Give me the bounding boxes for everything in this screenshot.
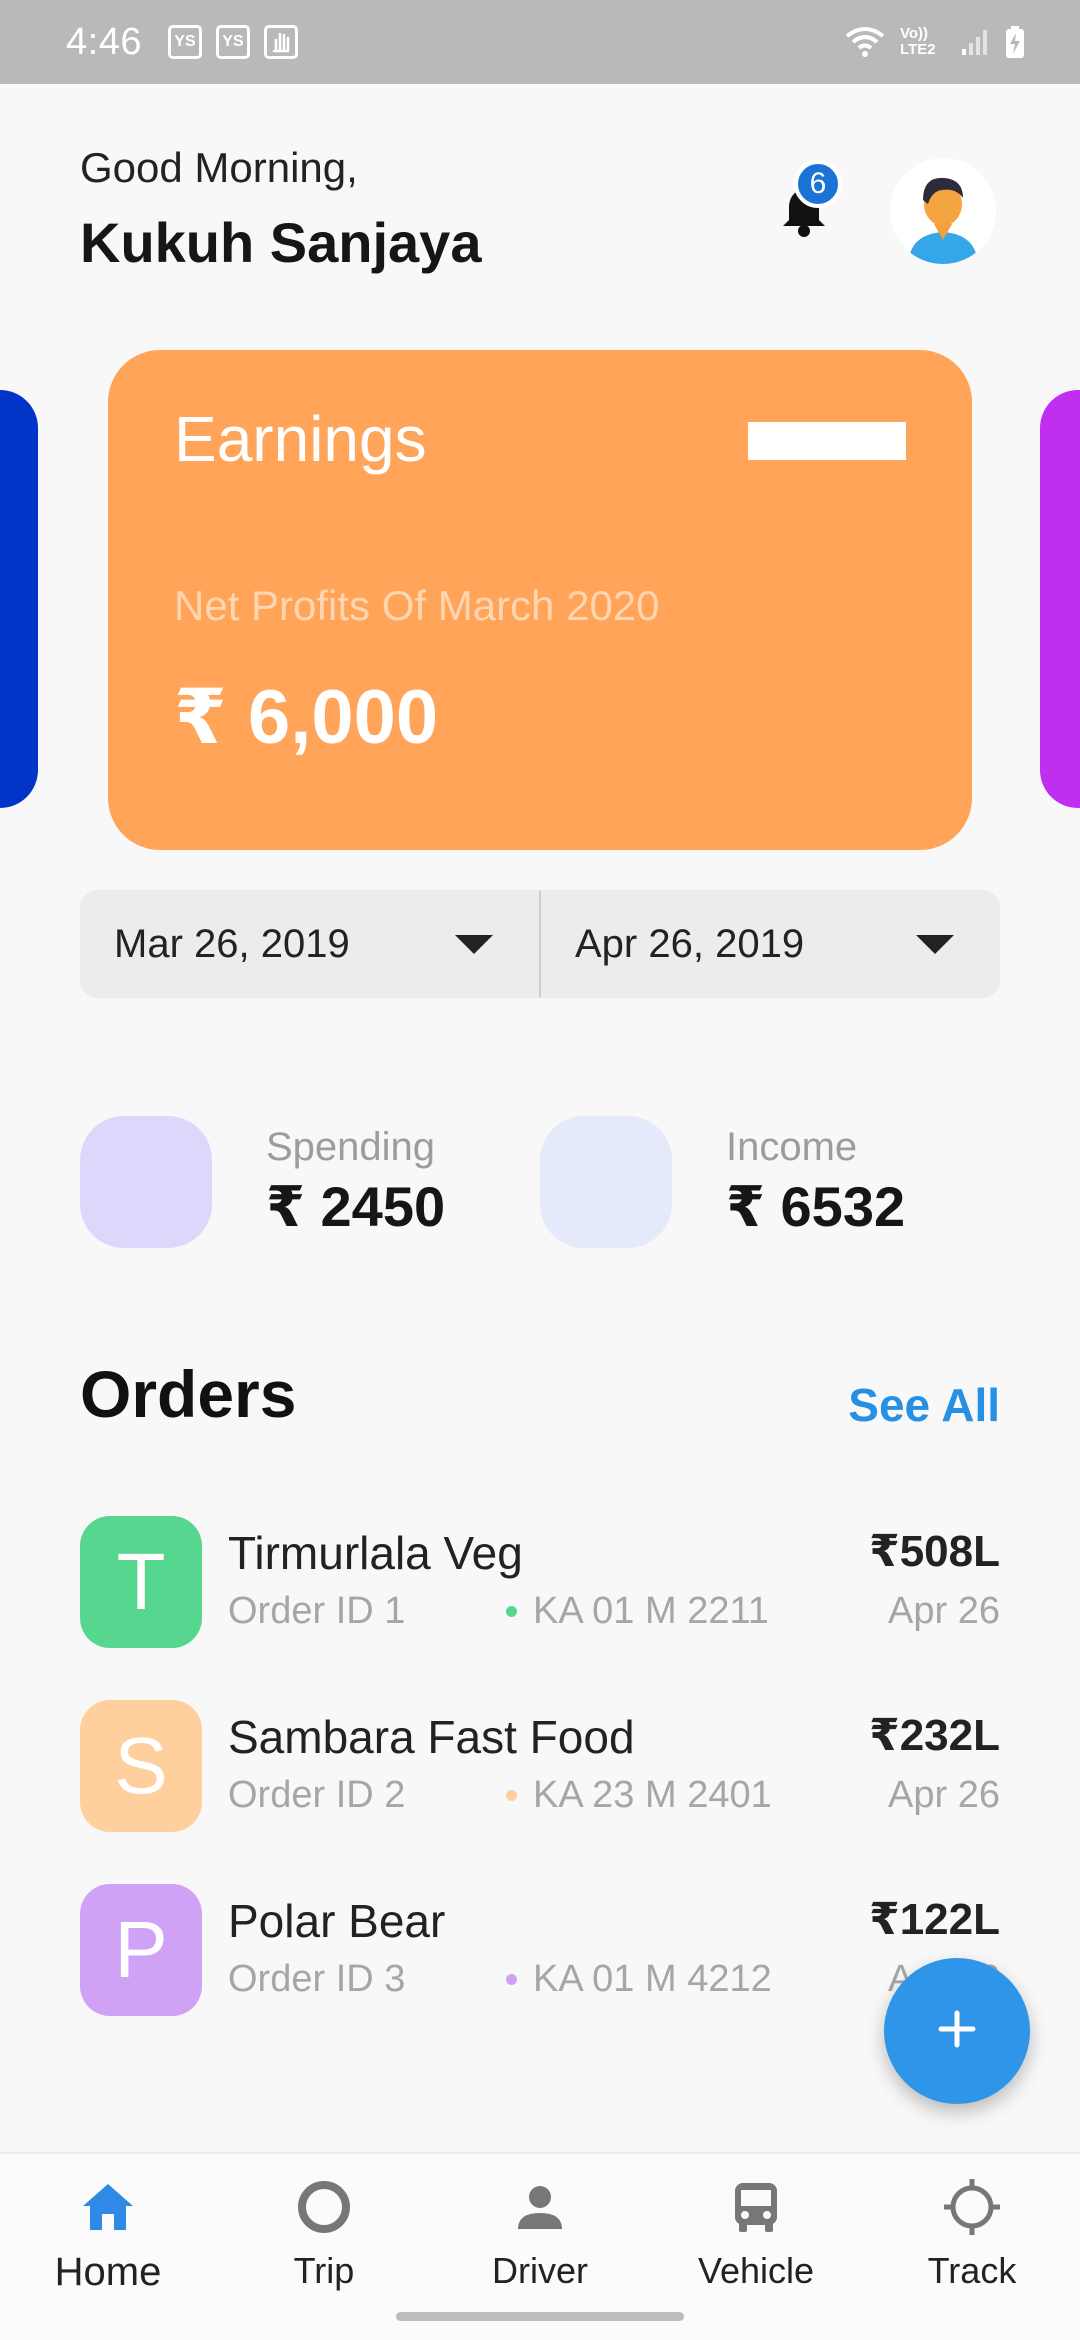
- card-placeholder-bar: [748, 422, 906, 460]
- end-date-dropdown[interactable]: Apr 26, 2019: [539, 890, 1000, 998]
- add-button[interactable]: [884, 1958, 1030, 2104]
- order-amount: ₹122L: [869, 1895, 1000, 1944]
- person-icon: [514, 2172, 566, 2242]
- greeting-text: Good Morning,: [80, 144, 358, 191]
- plus-icon: [935, 2007, 979, 2056]
- order-item[interactable]: S Sambara Fast Food Order ID 2 KA 23 M 2…: [80, 1700, 1000, 1832]
- spending-icon-box: [80, 1116, 212, 1248]
- orders-title: Orders: [80, 1357, 297, 1431]
- nav-track-label: Track: [927, 2250, 1017, 2291]
- card-amount: ₹ 6,000: [174, 675, 439, 760]
- nav-driver[interactable]: Driver: [432, 2172, 648, 2302]
- start-date-value: Mar 26, 2019: [114, 921, 350, 966]
- nav-vehicle[interactable]: Vehicle: [648, 2172, 864, 2302]
- order-name: Polar Bear: [228, 1895, 446, 1947]
- spending-stat: Spending ₹ 2450: [80, 1116, 445, 1248]
- chevron-down-icon: [455, 934, 493, 954]
- order-amount: ₹508L: [869, 1527, 1000, 1576]
- chevron-down-icon: [916, 934, 954, 954]
- income-icon-box: [540, 1116, 672, 1248]
- income-stat: Income ₹ 6532: [540, 1116, 905, 1248]
- hand-icon: [263, 25, 298, 59]
- status-system-icons: Vo)) LTE2: [844, 25, 1026, 59]
- order-amount: ₹232L: [869, 1711, 1000, 1760]
- user-avatar-icon: [890, 158, 996, 264]
- signal-icon: [960, 27, 990, 57]
- crosshair-icon: [942, 2172, 1002, 2242]
- order-plate: KA 01 M 4212: [506, 1958, 772, 2001]
- network-label: Vo)) LTE2: [900, 25, 936, 58]
- income-value: ₹ 6532: [726, 1174, 906, 1238]
- nav-home-label: Home: [54, 2250, 162, 2294]
- nav-vehicle-label: Vehicle: [697, 2250, 815, 2291]
- status-dot: [506, 1974, 517, 1985]
- avatar[interactable]: [890, 158, 996, 264]
- order-initial-avatar: T: [80, 1516, 202, 1648]
- status-notification-icons: YS YS: [167, 25, 298, 59]
- end-date-value: Apr 26, 2019: [575, 921, 805, 966]
- battery-charging-icon: [1004, 25, 1026, 59]
- nav-trip[interactable]: Trip: [216, 2172, 432, 2302]
- order-initial-avatar: P: [80, 1884, 202, 2016]
- circle-icon: [295, 2172, 353, 2242]
- next-card[interactable]: [1040, 390, 1080, 808]
- nav-driver-label: Driver: [492, 2250, 588, 2291]
- earnings-card[interactable]: Earnings Net Profits Of March 2020 ₹ 6,0…: [108, 350, 972, 850]
- start-date-dropdown[interactable]: Mar 26, 2019: [80, 890, 539, 998]
- status-dot: [506, 1790, 517, 1801]
- order-initial-avatar: S: [80, 1700, 202, 1832]
- previous-card[interactable]: [0, 390, 38, 808]
- home-indicator[interactable]: [396, 2312, 684, 2321]
- nav-home[interactable]: Home: [0, 2172, 216, 2302]
- order-id: Order ID 3: [228, 1958, 406, 2000]
- card-title: Earnings: [174, 403, 427, 475]
- plate-number: KA 01 M 4212: [533, 1958, 772, 2000]
- order-id: Order ID 2: [228, 1774, 406, 1816]
- plate-number: KA 01 M 2211: [533, 1590, 769, 1632]
- order-date: Apr 26: [888, 1590, 1000, 1632]
- order-name: Sambara Fast Food: [228, 1711, 635, 1763]
- notification-count-badge: 6: [794, 160, 842, 208]
- card-subtitle: Net Profits Of March 2020: [174, 582, 660, 629]
- ys-app-icon: YS: [167, 25, 202, 59]
- order-name: Tirmurlala Veg: [228, 1527, 523, 1579]
- order-id: Order ID 1: [228, 1590, 406, 1632]
- order-item[interactable]: P Polar Bear Order ID 3 KA 01 M 4212 ₹12…: [80, 1884, 1000, 2016]
- status-time: 4:46: [66, 20, 142, 63]
- order-date: Apr 26: [888, 1774, 1000, 1816]
- bus-icon: [731, 2172, 781, 2242]
- status-bar: 4:46 YS YS Vo)) LTE2: [0, 0, 1080, 84]
- date-range-selector: Mar 26, 2019 Apr 26, 2019: [80, 890, 1000, 998]
- see-all-link[interactable]: See All: [848, 1378, 1000, 1432]
- user-name: Kukuh Sanjaya: [80, 211, 482, 274]
- order-item[interactable]: T Tirmurlala Veg Order ID 1 KA 01 M 2211…: [80, 1516, 1000, 1648]
- order-plate: KA 01 M 2211: [506, 1590, 769, 1633]
- home-icon: [79, 2172, 137, 2242]
- bell-icon: [776, 190, 832, 244]
- spending-label: Spending: [266, 1124, 436, 1169]
- nav-trip-label: Trip: [293, 2250, 355, 2291]
- ys-app-icon: YS: [215, 25, 250, 59]
- plate-number: KA 23 M 2401: [533, 1774, 772, 1816]
- income-label: Income: [726, 1124, 858, 1169]
- spending-value: ₹ 2450: [266, 1174, 446, 1238]
- status-dot: [506, 1606, 517, 1617]
- nav-track[interactable]: Track: [864, 2172, 1080, 2302]
- order-plate: KA 23 M 2401: [506, 1774, 772, 1817]
- wifi-icon: [844, 26, 886, 58]
